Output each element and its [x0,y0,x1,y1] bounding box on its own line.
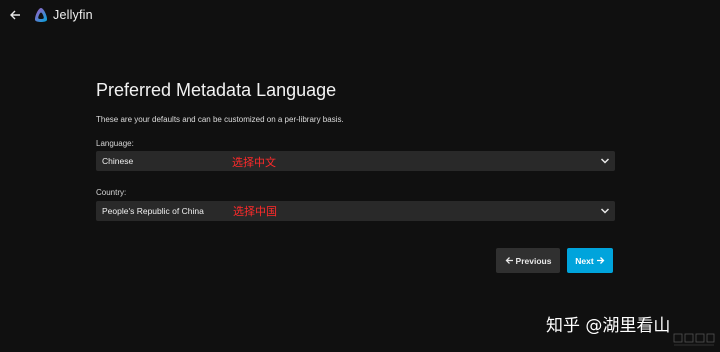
country-select-value: People's Republic of China [102,206,204,216]
jellyfin-logo-icon [34,8,48,23]
back-button[interactable] [6,6,24,24]
arrow-left-icon [10,10,20,20]
watermark-text: 知乎 @湖里看山 [546,316,671,336]
previous-button-label: Previous [515,255,552,266]
app-logo[interactable]: Jellyfin [33,7,93,23]
language-select-value: Chinese [102,156,134,166]
country-select[interactable]: People's Republic of China [96,201,615,221]
chevron-down-icon [600,208,610,214]
country-annotation: 选择中国 [233,205,277,218]
previous-button[interactable]: Previous [496,248,560,273]
stamp-watermark [673,333,715,346]
page-description: These are your defaults and can be custo… [96,115,344,124]
next-button[interactable]: Next [567,248,613,273]
language-annotation: 选择中文 [232,156,276,169]
chevron-down-icon [600,158,610,164]
language-label: Language: [96,139,134,148]
next-button-label: Next [575,255,594,266]
arrow-right-icon [596,257,605,264]
arrow-left-icon [505,257,513,264]
page-title: Preferred Metadata Language [96,80,337,100]
app-name: Jellyfin [53,8,93,22]
top-bar: Jellyfin [0,0,720,34]
language-select[interactable]: Chinese [96,151,615,171]
country-label: Country: [96,188,127,197]
